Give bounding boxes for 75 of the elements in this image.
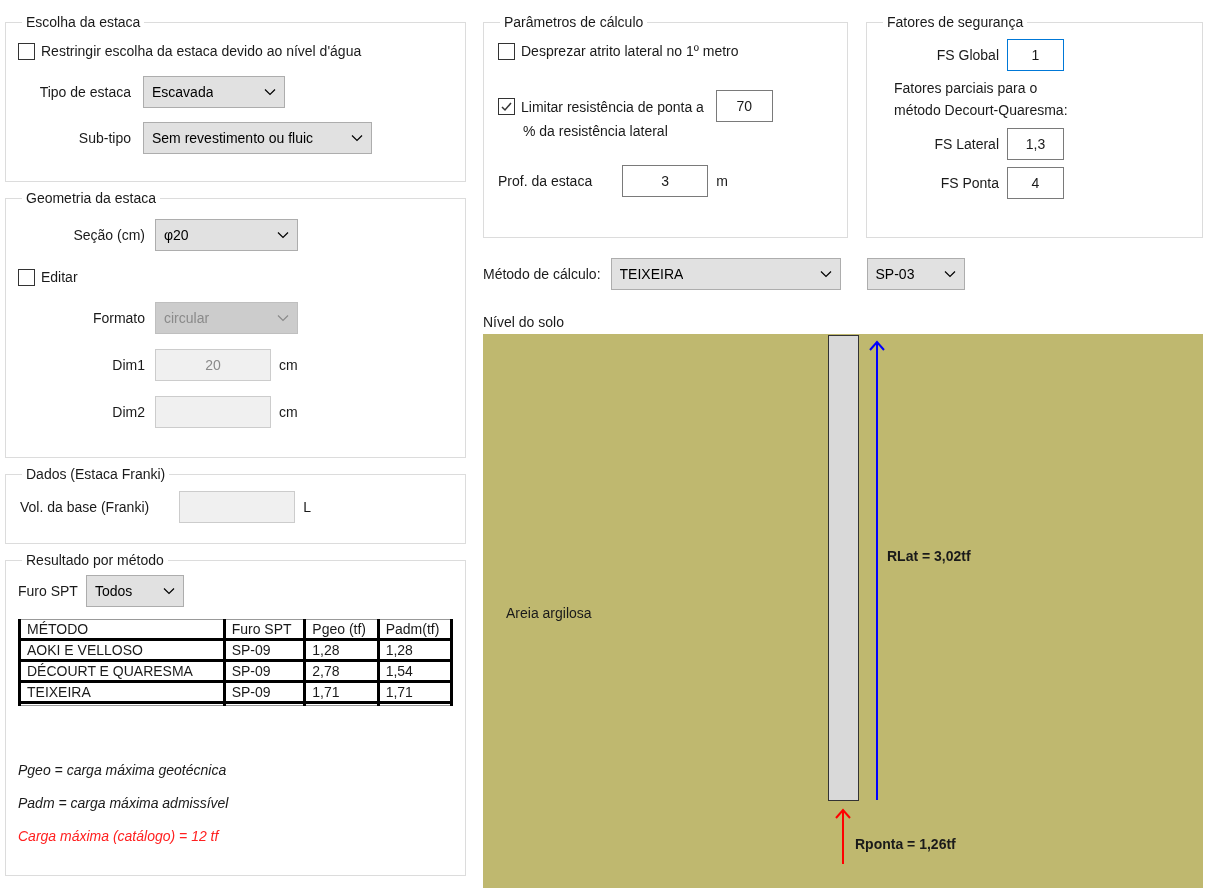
group-title: Geometria da estaca [25, 189, 157, 208]
checkbox-option[interactable]: Editar [18, 267, 453, 288]
field-label: Dim2 [112, 402, 145, 422]
tip-resistance-arrow [835, 808, 851, 864]
checkbox-option[interactable]: Restringir escolha da estaca devido ao nível d'água [18, 41, 453, 62]
checkbox[interactable] [498, 43, 515, 60]
checkbox-option[interactable]: Limitar resistência de ponta a % da resistência lateral [498, 98, 704, 143]
field-label: Furo SPT [18, 581, 78, 601]
soil-layer-label: Areia argilosa [506, 604, 592, 623]
checkbox[interactable] [18, 269, 35, 286]
checkmark-icon [500, 100, 513, 113]
section-title: Nível do solo [483, 314, 564, 330]
unit-label: cm [279, 355, 298, 375]
input-field[interactable]: 3 [622, 165, 709, 197]
unit-label: m [716, 171, 728, 191]
legend-note: Padm = carga máxima admissível [18, 794, 230, 813]
checkbox[interactable] [498, 98, 515, 115]
field-label: FS Ponta [940, 173, 999, 193]
lateral-resistance-label: RLat = 3,02tf [887, 547, 971, 566]
dropdown[interactable]: φ20 [155, 219, 298, 251]
chevron-down-icon [264, 88, 276, 96]
group-title: Dados (Estaca Franki) [25, 465, 167, 484]
column-header: Padm(tf) [378, 619, 452, 640]
field-label: Sub-tipo [78, 128, 131, 148]
field-label: Tipo de estaca [39, 82, 131, 102]
info-text: Fatores parciais para o método Decourt-Quaresma: [894, 79, 1069, 120]
input-field[interactable]: 4 [1007, 167, 1064, 199]
table-cell: 1,28 [304, 639, 379, 661]
table-cell: SP-09 [224, 660, 305, 682]
table-cell: 1,28 [378, 639, 452, 661]
field-label: Vol. da base (Franki) [20, 497, 150, 517]
field-label: Formato [92, 308, 145, 328]
group-title: Fatores de segurança [886, 13, 1025, 32]
table-cell: DÉCOURT E QUARESMA [19, 660, 225, 682]
unit-label: L [303, 497, 311, 517]
dropdown[interactable]: Sem revestimento ou fluic [143, 122, 372, 154]
field-label: Prof. da estaca [498, 171, 593, 191]
table-cell: SP-09 [224, 681, 305, 703]
column-header: Pgeo (tf) [304, 619, 379, 640]
chevron-down-icon [351, 134, 363, 142]
table-cell: SP-09 [224, 639, 305, 661]
table-cell: 1,54 [378, 660, 452, 682]
input-field[interactable]: 70 [715, 90, 773, 122]
checkbox[interactable] [18, 43, 35, 60]
group-title: Escolha da estaca [25, 13, 142, 32]
input-field[interactable]: 1 [1007, 39, 1064, 71]
column-header: Furo SPT [224, 619, 305, 640]
chevron-down-icon [162, 587, 175, 595]
dropdown[interactable]: Escavada [143, 76, 285, 108]
table-cell: 1,71 [304, 681, 379, 703]
group-title: Parâmetros de cálculo [503, 13, 645, 32]
chevron-down-icon [277, 314, 289, 322]
table-cell: 2,78 [304, 660, 379, 682]
field-label: FS Lateral [934, 134, 999, 154]
input-field[interactable]: 1,3 [1007, 128, 1064, 160]
table-cell: TEIXEIRA [19, 681, 225, 703]
chevron-down-icon [277, 231, 289, 239]
table-cell: AOKI E VELLOSO [19, 639, 225, 661]
field-label: FS Global [936, 45, 999, 65]
chevron-down-icon [943, 270, 956, 278]
dropdown[interactable]: SP-03 [866, 258, 965, 290]
unit-label: cm [279, 402, 298, 422]
tip-resistance-label: Rponta = 1,26tf [855, 835, 956, 854]
field-label: Dim1 [112, 355, 145, 375]
table-cell: 1,71 [378, 681, 452, 703]
chevron-down-icon [819, 270, 832, 278]
legend-note: Carga máxima (catálogo) = 12 tf [18, 827, 221, 846]
dropdown[interactable]: TEIXEIRA [610, 258, 841, 290]
dropdown[interactable]: Todos [85, 575, 184, 607]
group-title: Resultado por método [25, 551, 165, 570]
field-label: Seção (cm) [73, 225, 145, 245]
field-label: Método de cálculo: [483, 264, 601, 284]
column-header: MÉTODO [19, 619, 225, 640]
legend-note: Pgeo = carga máxima geotécnica [18, 761, 228, 780]
checkbox-option[interactable]: Desprezar atrito lateral no 1º metro [498, 41, 835, 62]
